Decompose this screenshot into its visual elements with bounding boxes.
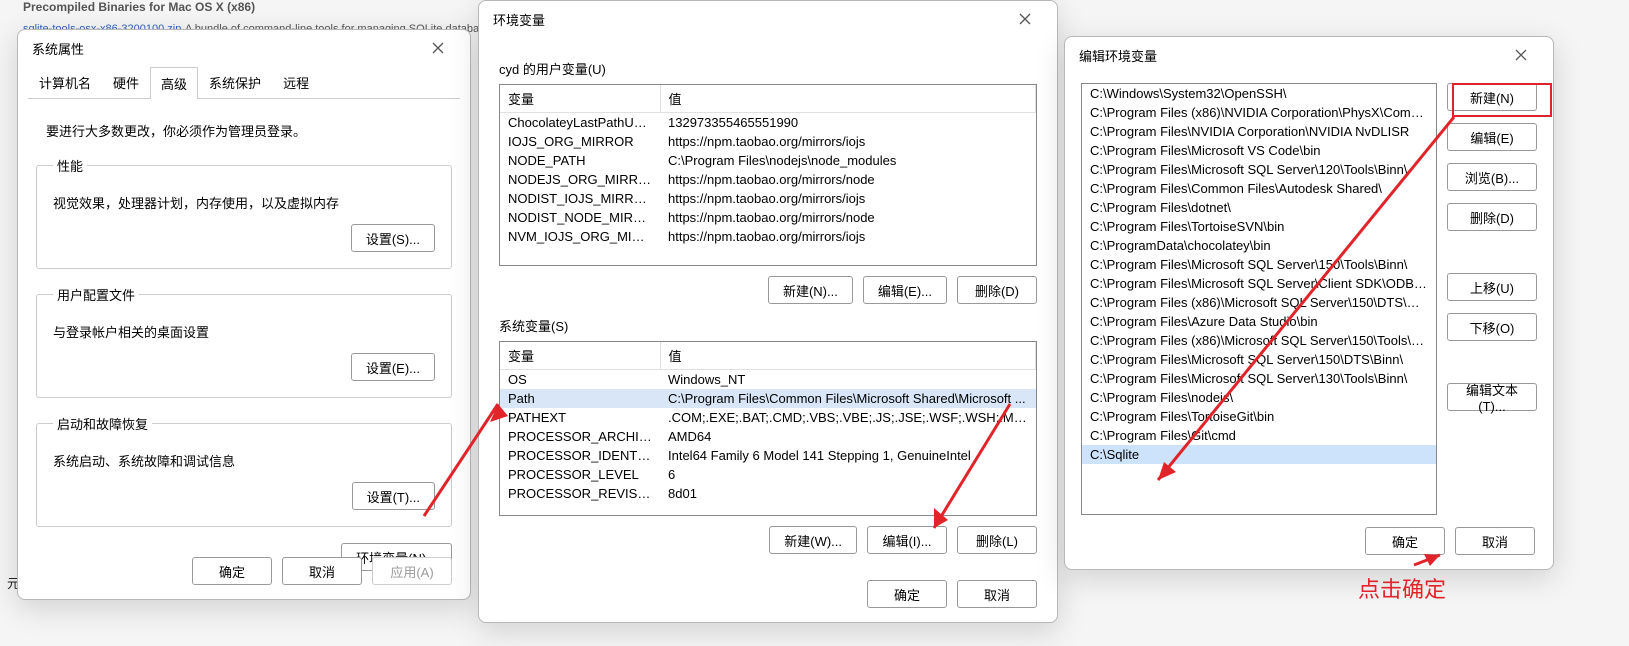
list-item[interactable]: C:\Program Files\Microsoft SQL Server\Cl… [1082,274,1436,293]
list-item[interactable]: C:\Program Files\Azure Data Studio\bin [1082,312,1436,331]
sys-vars-table[interactable]: 变量值 OSWindows_NTPathC:\Program Files\Com… [499,341,1037,516]
edit-text-button[interactable]: 编辑文本(T)... [1447,383,1537,411]
system-properties-dialog: 系统属性 计算机名硬件高级系统保护远程 要进行大多数更改，你必须作为管理员登录。… [17,29,471,600]
table-row[interactable]: PathC:\Program Files\Common Files\Micros… [500,389,1036,408]
list-item[interactable]: C:\Program Files\Microsoft SQL Server\15… [1082,255,1436,274]
table-row[interactable]: NODIST_NODE_MIRRORhttps://npm.taobao.org… [500,208,1036,227]
tab-4[interactable]: 远程 [272,66,320,98]
user-vars-label: cyd 的用户变量(U) [499,59,1037,78]
tab-2[interactable]: 高级 [150,67,198,99]
edit-env-var-dialog: 编辑环境变量 C:\Windows\System32\OpenSSH\C:\Pr… [1064,36,1554,570]
new-button[interactable]: 新建(N) [1447,83,1537,111]
dialog-title: 编辑环境变量 [1079,46,1157,65]
ok-button[interactable]: 确定 [192,557,272,585]
settings-t-button[interactable]: 设置(T)... [352,482,435,510]
tabs: 计算机名硬件高级系统保护远程 [28,66,460,99]
list-item[interactable]: C:\Program Files\Common Files\Autodesk S… [1082,179,1436,198]
table-row[interactable]: PROCESSOR_ARCHITEC...AMD64 [500,427,1036,446]
user-vars-table[interactable]: 变量值 ChocolateyLastPathUpdate132973355465… [499,84,1037,266]
close-icon[interactable] [416,33,460,63]
env-vars-dialog: 环境变量 cyd 的用户变量(U) 变量值 ChocolateyLastPath… [478,0,1058,623]
performance-group: 性能 视觉效果，处理器计划，内存使用，以及虚拟内存 设置(S)... [36,156,452,269]
delete-button[interactable]: 删除(D) [1447,203,1537,231]
list-item[interactable]: C:\Windows\System32\OpenSSH\ [1082,84,1436,103]
list-item[interactable]: C:\Program Files\Microsoft SQL Server\13… [1082,369,1436,388]
list-item[interactable]: C:\Program Files\Microsoft VS Code\bin [1082,141,1436,160]
list-item[interactable]: C:\ProgramData\chocolatey\bin [1082,236,1436,255]
tab-3[interactable]: 系统保护 [198,66,272,98]
list-item[interactable]: C:\Program Files\Microsoft SQL Server\12… [1082,160,1436,179]
table-row[interactable]: OSWindows_NT [500,370,1036,390]
cancel-button[interactable]: 取消 [1455,527,1535,555]
delete-l-button[interactable]: 删除(L) [957,526,1037,554]
list-item[interactable]: C:\Program Files (x86)\Microsoft SQL Ser… [1082,293,1436,312]
tab-0[interactable]: 计算机名 [28,66,102,98]
user-profile-group: 用户配置文件 与登录帐户相关的桌面设置 设置(E)... [36,285,452,398]
move-down-button[interactable]: 下移(O) [1447,313,1537,341]
sys-vars-label: 系统变量(S) [499,316,1037,335]
table-row[interactable]: PATHEXT.COM;.EXE;.BAT;.CMD;.VBS;.VBE;.JS… [500,408,1036,427]
edit-button[interactable]: 编辑(E) [1447,123,1537,151]
list-item[interactable]: C:\Program Files (x86)\Microsoft SQL Ser… [1082,331,1436,350]
cancel-button[interactable]: 取消 [957,580,1037,608]
dialog-title: 系统属性 [32,39,84,58]
browse-button[interactable]: 浏览(B)... [1447,163,1537,191]
table-row[interactable]: ChocolateyLastPathUpdate1329733554655519… [500,113,1036,133]
list-item[interactable]: C:\Program Files\nodejs\ [1082,388,1436,407]
list-item[interactable]: C:\Program Files\TortoiseGit\bin [1082,407,1436,426]
apply-button[interactable]: 应用(A) [372,557,452,585]
table-row[interactable]: PROCESSOR_IDENTIFIERIntel64 Family 6 Mod… [500,446,1036,465]
list-item[interactable]: C:\Program Files\dotnet\ [1082,198,1436,217]
table-row[interactable]: NODE_PATHC:\Program Files\nodejs\node_mo… [500,151,1036,170]
close-icon[interactable] [1003,4,1047,34]
dialog-title: 环境变量 [493,10,545,29]
startup-group: 启动和故障恢复 系统启动、系统故障和调试信息 设置(T)... [36,414,452,527]
table-row[interactable]: PROCESSOR_REVISION8d01 [500,484,1036,503]
table-row[interactable]: NODEJS_ORG_MIRRORhttps://npm.taobao.org/… [500,170,1036,189]
list-item[interactable]: C:\Sqlite [1082,445,1436,464]
list-item[interactable]: C:\Program Files\TortoiseSVN\bin [1082,217,1436,236]
cancel-button[interactable]: 取消 [282,557,362,585]
table-row[interactable]: NODIST_IOJS_MIRRORhttps://npm.taobao.org… [500,189,1036,208]
admin-hint: 要进行大多数更改，你必须作为管理员登录。 [46,121,452,140]
ok-button[interactable]: 确定 [1365,527,1445,555]
settings-s-button[interactable]: 设置(S)... [351,224,435,252]
new-w-button[interactable]: 新建(W)... [769,526,857,554]
delete-d-button[interactable]: 删除(D) [957,276,1037,304]
move-up-button[interactable]: 上移(U) [1447,273,1537,301]
edit-i-button[interactable]: 编辑(I)... [867,526,947,554]
edit-e-button[interactable]: 编辑(E)... [863,276,947,304]
list-item[interactable]: C:\Program Files (x86)\NVIDIA Corporatio… [1082,103,1436,122]
new-n-button[interactable]: 新建(N)... [768,276,853,304]
annotation-text: 点击确定 [1358,572,1446,604]
table-row[interactable]: NVM_IOJS_ORG_MIRRORhttps://npm.taobao.or… [500,227,1036,246]
list-item[interactable]: C:\Program Files\Microsoft SQL Server\15… [1082,350,1436,369]
close-icon[interactable] [1499,40,1543,70]
path-list[interactable]: C:\Windows\System32\OpenSSH\C:\Program F… [1081,83,1437,515]
list-item[interactable]: C:\Program Files\NVIDIA Corporation\NVID… [1082,122,1436,141]
tab-1[interactable]: 硬件 [102,66,150,98]
table-row[interactable]: IOJS_ORG_MIRRORhttps://npm.taobao.org/mi… [500,132,1036,151]
list-item[interactable]: C:\Program Files\Git\cmd [1082,426,1436,445]
settings-e-button[interactable]: 设置(E)... [351,353,435,381]
table-row[interactable]: PROCESSOR_LEVEL6 [500,465,1036,484]
ok-button[interactable]: 确定 [867,580,947,608]
